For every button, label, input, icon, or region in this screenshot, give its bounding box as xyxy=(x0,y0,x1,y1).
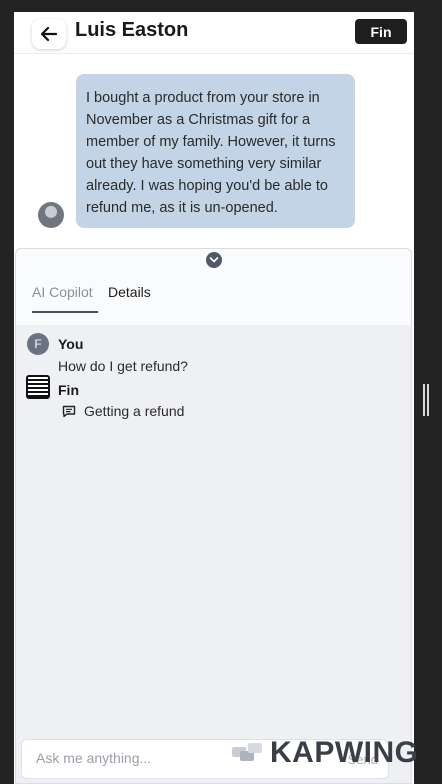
message-author: Fin xyxy=(58,382,79,398)
article-icon xyxy=(62,405,76,417)
user-avatar: F xyxy=(27,333,49,355)
message-text: How do I get refund? xyxy=(58,358,188,374)
contact-name: Luis Easton xyxy=(75,19,189,41)
copilot-panel: AI Copilot Details F You How do I get re… xyxy=(15,248,412,784)
source-link[interactable]: Getting a refund xyxy=(62,403,184,419)
source-label: Getting a refund xyxy=(84,403,185,419)
watermark-text: KAPWING xyxy=(270,736,419,769)
conversation-header: Luis Easton Fin xyxy=(14,12,414,54)
resize-handle[interactable] xyxy=(423,384,431,416)
fin-button[interactable]: Fin xyxy=(355,19,407,44)
kapwing-watermark: KAPWING xyxy=(232,736,419,770)
arrow-left-icon xyxy=(41,27,57,41)
back-button[interactable] xyxy=(32,19,66,49)
kapwing-logo-icon xyxy=(232,741,264,765)
customer-message: I bought a product from your store in No… xyxy=(76,74,355,228)
tab-ai-copilot[interactable]: AI Copilot xyxy=(32,284,98,300)
active-tab-indicator xyxy=(32,311,98,313)
customer-avatar xyxy=(38,202,64,228)
tab-details[interactable]: Details xyxy=(108,284,151,300)
message-author: You xyxy=(58,336,84,352)
chat-window: Luis Easton Fin I bought a product from … xyxy=(14,12,414,784)
fin-avatar xyxy=(26,375,50,399)
chevron-down-icon xyxy=(209,257,219,263)
collapse-button[interactable] xyxy=(206,252,222,268)
panel-tabs-bar: AI Copilot Details xyxy=(16,249,411,325)
